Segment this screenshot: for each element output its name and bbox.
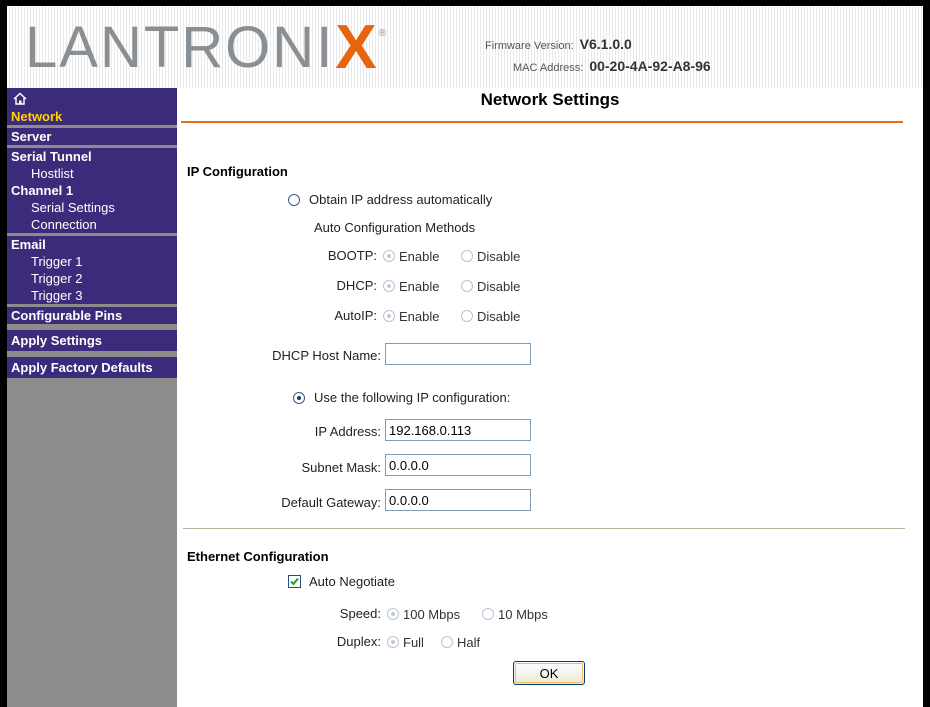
obtain-auto-radio[interactable] <box>288 194 300 206</box>
mac-address: MAC Address: 00-20-4A-92-A8-96 <box>513 58 711 74</box>
home-icon <box>13 92 27 105</box>
auto-negotiate-label: Auto Negotiate <box>309 574 396 589</box>
dhcp-enable-radio[interactable] <box>383 280 395 292</box>
sidebar: Network Server Serial Tunnel Hostlist Ch… <box>7 88 177 707</box>
lantronix-logo: LANTRONI X ® <box>25 13 386 82</box>
sidebar-item-trigger-3[interactable]: Trigger 3 <box>7 287 177 304</box>
sidebar-item-hostlist[interactable]: Hostlist <box>7 165 177 182</box>
sidebar-item-trigger-2[interactable]: Trigger 2 <box>7 270 177 287</box>
sidebar-item-channel-1[interactable]: Channel 1 <box>7 182 177 199</box>
dhcp-label: DHCP: <box>336 278 377 293</box>
firmware-value: V6.1.0.0 <box>579 36 632 52</box>
autoip-label: AutoIP: <box>334 308 377 323</box>
dhcp-host-name-input[interactable] <box>385 343 531 365</box>
bootp-enable-radio[interactable] <box>383 250 395 262</box>
autoip-enable-radio[interactable] <box>383 310 395 322</box>
ok-button[interactable]: OK <box>513 661 585 685</box>
duplex-half-label: Half <box>457 635 481 650</box>
auto-methods-label: Auto Configuration Methods <box>314 220 476 235</box>
main-content: Network Settings IP Configuration Obtain… <box>177 88 923 707</box>
duplex-full-radio[interactable] <box>387 636 399 648</box>
ip-address-label: IP Address: <box>314 424 381 439</box>
sidebar-item-trigger-1[interactable]: Trigger 1 <box>7 253 177 270</box>
ip-config-heading: IP Configuration <box>187 164 288 179</box>
dhcp-host-name-label: DHCP Host Name: <box>272 348 381 363</box>
speed-10-label: 10 Mbps <box>498 607 548 622</box>
section-divider <box>183 528 905 529</box>
default-gateway-input[interactable] <box>385 489 531 511</box>
sidebar-item-serial-tunnel[interactable]: Serial Tunnel <box>7 148 177 165</box>
bootp-disable-label: Disable <box>477 249 521 264</box>
firmware-label: Firmware Version: <box>485 40 574 52</box>
speed-100-label: 100 Mbps <box>403 607 461 622</box>
default-gateway-label: Default Gateway: <box>281 495 381 510</box>
header: LANTRONI X ® Firmware Version: V6.1.0.0 MAC… <box>7 6 923 88</box>
dhcp-disable-radio[interactable] <box>461 280 473 292</box>
page-title: Network Settings <box>480 90 620 109</box>
obtain-auto-label: Obtain IP address automatically <box>309 192 493 207</box>
duplex-full-label: Full <box>403 635 424 650</box>
sidebar-item-connection[interactable]: Connection <box>7 216 177 233</box>
sidebar-item-apply-factory-defaults[interactable]: Apply Factory Defaults <box>7 359 177 376</box>
speed-10-radio[interactable] <box>482 608 494 620</box>
dhcp-disable-label: Disable <box>477 279 521 294</box>
ip-address-input[interactable] <box>385 419 531 441</box>
mac-value: 00-20-4A-92-A8-96 <box>589 58 711 74</box>
home-link[interactable] <box>7 88 177 108</box>
dhcp-enable-label: Enable <box>399 279 440 294</box>
duplex-label: Duplex: <box>336 634 381 649</box>
bootp-enable-label: Enable <box>399 249 440 264</box>
ethernet-config-heading: Ethernet Configuration <box>187 549 329 564</box>
checkmark-icon <box>290 577 299 586</box>
browser-frame: LANTRONI X ® Firmware Version: V6.1.0.0 MAC… <box>7 6 923 707</box>
autoip-enable-label: Enable <box>399 309 440 324</box>
subnet-mask-label: Subnet Mask: <box>301 460 382 475</box>
mac-label: MAC Address: <box>513 62 584 74</box>
sidebar-item-configurable-pins[interactable]: Configurable Pins <box>7 307 177 324</box>
sidebar-item-apply-settings[interactable]: Apply Settings <box>7 332 177 349</box>
sidebar-item-serial-settings[interactable]: Serial Settings <box>7 199 177 216</box>
speed-100-radio[interactable] <box>387 608 399 620</box>
bootp-disable-radio[interactable] <box>461 250 473 262</box>
subnet-mask-input[interactable] <box>385 454 531 476</box>
duplex-half-radio[interactable] <box>441 636 453 648</box>
autoip-disable-label: Disable <box>477 309 521 324</box>
title-divider <box>181 121 903 123</box>
autoip-disable-radio[interactable] <box>461 310 473 322</box>
sidebar-item-email[interactable]: Email <box>7 236 177 253</box>
speed-label: Speed: <box>339 606 381 621</box>
sidebar-item-server[interactable]: Server <box>7 128 177 145</box>
bootp-label: BOOTP: <box>327 248 377 263</box>
auto-negotiate-checkbox[interactable] <box>288 575 301 588</box>
sidebar-item-network[interactable]: Network <box>7 108 177 125</box>
use-following-label: Use the following IP configuration: <box>314 390 511 405</box>
use-following-radio[interactable] <box>293 392 305 404</box>
firmware-version: Firmware Version: V6.1.0.0 <box>485 36 632 52</box>
